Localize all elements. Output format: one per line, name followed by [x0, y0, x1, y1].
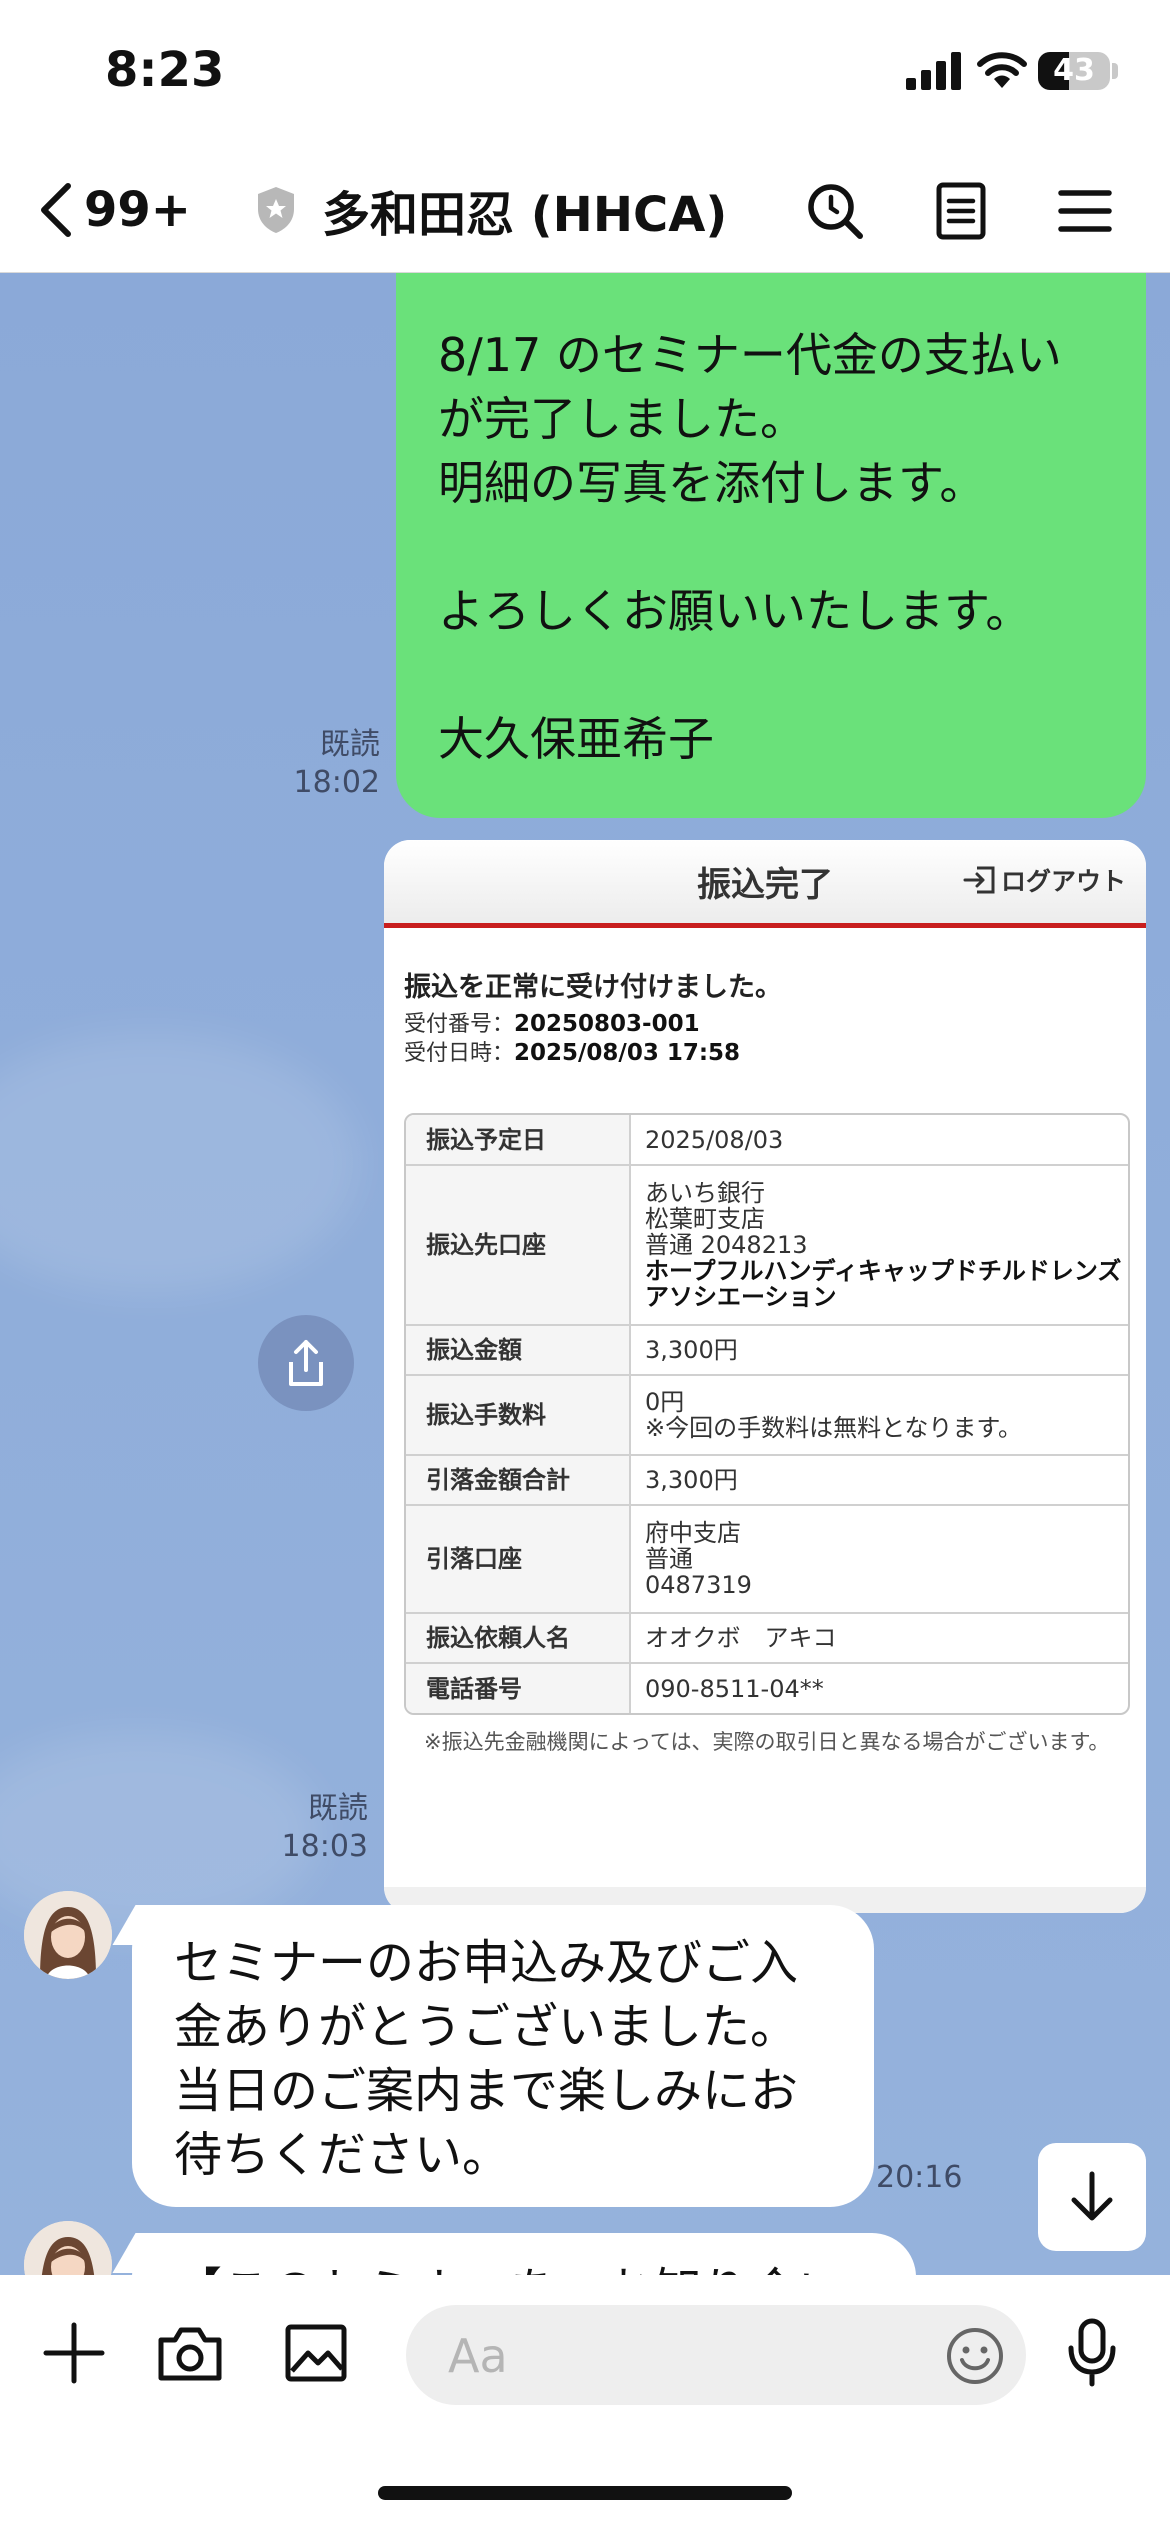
- receipt-note: ※振込先金融機関によっては、実際の取引日と異なる場合がございます。: [424, 1730, 1110, 1754]
- emoji-icon[interactable]: [946, 2327, 1004, 2385]
- notes-icon: [936, 182, 986, 240]
- sent-message-bubble[interactable]: 8/17 のセミナー代金の支払い が完了しました。 明細の写真を添付します。 よ…: [396, 273, 1146, 818]
- receipt-row-value: 2025/08/03: [645, 1125, 784, 1154]
- receipt-row: 振込金額 3,300円: [406, 1324, 1128, 1375]
- camera-icon: [158, 2327, 222, 2381]
- verified-shield-icon: [258, 187, 294, 233]
- receipt-row-value: 090-8511-04**: [630, 1662, 1128, 1713]
- read-receipt: 既読: [308, 1791, 368, 1826]
- image-button[interactable]: [280, 2317, 352, 2389]
- background-cloud: [0, 1033, 360, 1293]
- sender-avatar[interactable]: [24, 2221, 112, 2275]
- receipt-row: 振込先口座 あいち銀行 松葉町支店 普通 2048213 ホープフルハンディキャップドチ…: [406, 1164, 1128, 1325]
- arrow-down-icon: [1071, 2171, 1113, 2221]
- wifi-icon: [977, 52, 1027, 88]
- receipt-no-label: 受付番号：: [404, 1012, 515, 1037]
- chat-area[interactable]: 8/17 のセミナー代金の支払い が完了しました。 明細の写真を添付します。 よ…: [0, 273, 1170, 2275]
- receipt-datetime: 2025/08/03 17:58: [514, 1040, 741, 1066]
- sent-message-meta: 既読 18:02: [250, 726, 380, 802]
- message-time: 18:02: [293, 765, 380, 800]
- image-icon: [285, 2324, 347, 2382]
- chat-header: 99+ 多和田忍 (HHCA): [0, 150, 1170, 273]
- receipt-row-value: 3,300円: [630, 1324, 1128, 1375]
- avatar-photo: [24, 2221, 112, 2275]
- chevron-left-icon: [41, 183, 71, 237]
- image-message-meta: 既読 18:03: [240, 1790, 368, 1866]
- receipt-row-label: 振込依頼人名: [406, 1612, 631, 1663]
- receipt-logout: ログアウト: [963, 862, 1126, 898]
- status-time: 8:23: [105, 42, 225, 98]
- receipt-row-label: 振込先口座: [406, 1164, 631, 1325]
- message-time: 18:03: [281, 1829, 368, 1864]
- receipt-row-label: 電話番号: [406, 1662, 631, 1713]
- battery-level-text: 43: [1053, 53, 1095, 88]
- chat-title-text: 多和田忍 (HHCA): [322, 187, 728, 243]
- receipt-row: 振込予定日 2025/08/03: [406, 1115, 1128, 1165]
- receipt-row-value: 0円 ※今回の手数料は無料となります。: [630, 1374, 1128, 1455]
- receipt-datetime-label: 受付日時：: [404, 1041, 515, 1066]
- receipt-row: 電話番号 090-8511-04**: [406, 1662, 1128, 1713]
- message-time: 20:16: [876, 2160, 963, 2195]
- sent-image-receipt[interactable]: 振込完了 ログアウト 振込を正常に受け付けました。 受付番号：20250803-…: [384, 840, 1146, 1913]
- search-icon: [808, 184, 863, 239]
- receipt-row: 振込手数料 0円 ※今回の手数料は無料となります。: [406, 1374, 1128, 1455]
- receipt-row-label: 引落金額合計: [406, 1454, 631, 1505]
- receipt-row: 引落金額合計 3,300円: [406, 1454, 1128, 1505]
- plus-icon: [43, 2322, 105, 2384]
- message-input[interactable]: [406, 2305, 1026, 2407]
- receipt-row-label: 引落口座: [406, 1504, 631, 1613]
- back-button[interactable]: 99+: [38, 180, 191, 240]
- received-message-bubble[interactable]: セミナーのお申込み及びご入 金ありがとうございました。 当日のご案内まで楽しみに…: [132, 1905, 874, 2207]
- hamburger-menu-icon: [1058, 190, 1112, 232]
- received-message-text: 【このセミナーを、お知り合い: [174, 2259, 854, 2275]
- receipt-row-label: 振込予定日: [406, 1115, 631, 1165]
- receipt-row-label: 振込手数料: [406, 1374, 631, 1455]
- add-button[interactable]: [38, 2317, 110, 2389]
- home-indicator[interactable]: [378, 2486, 792, 2500]
- receipt-table: 振込予定日 2025/08/03 振込先口座 あいち銀行 松葉町支店 普通 2048213…: [404, 1113, 1130, 1715]
- receipt-row-label: 振込金額: [406, 1324, 631, 1375]
- receipt-no: 20250803-001: [514, 1011, 700, 1037]
- search-button[interactable]: [800, 176, 870, 246]
- camera-button[interactable]: [154, 2317, 226, 2389]
- cellular-signal-icon: [906, 52, 961, 90]
- receipt-row-value: あいち銀行 松葉町支店 普通 2048213 ホープフルハンディキャップドチルドレンズ…: [630, 1164, 1128, 1325]
- logout-icon: [963, 866, 995, 894]
- receipt-row: 引落口座 府中支店 普通 0487319: [406, 1504, 1128, 1613]
- avatar-photo: [24, 1891, 112, 1979]
- receipt-header: 振込完了 ログアウト: [384, 840, 1146, 928]
- sender-avatar[interactable]: [24, 1891, 112, 1979]
- voice-button[interactable]: [1056, 2317, 1128, 2389]
- received-message-text: セミナーのお申込み及びご入 金ありがとうございました。 当日のご案内まで楽しみに…: [174, 1935, 799, 2183]
- unread-count: 99+: [84, 182, 192, 238]
- share-icon: [289, 1340, 323, 1386]
- sent-message-text: 8/17 のセミナー代金の支払い が完了しました。 明細の写真を添付します。 よ…: [438, 328, 1062, 766]
- menu-button[interactable]: [1050, 176, 1120, 246]
- receipt-row-value: オオクボ アキコ: [630, 1612, 1128, 1663]
- message-text-field[interactable]: [446, 2305, 890, 2407]
- received-message-bubble[interactable]: 【このセミナーを、お知り合い: [132, 2233, 916, 2275]
- battery-icon: 43: [1038, 52, 1110, 90]
- receipt-row-value: 3,300円: [630, 1454, 1128, 1505]
- battery-tip: [1112, 63, 1118, 79]
- receipt-logout-label: ログアウト: [1000, 867, 1126, 896]
- receipt-row: 振込依頼人名 オオクボ アキコ: [406, 1612, 1128, 1663]
- chat-title[interactable]: 多和田忍 (HHCA): [254, 180, 727, 243]
- receipt-ref: 受付番号：20250803-001 受付日時：2025/08/03 17:58: [404, 1010, 740, 1068]
- status-bar: 8:23 43: [0, 0, 1170, 150]
- microphone-icon: [1068, 2318, 1116, 2387]
- receipt-success-text: 振込を正常に受け付けました。: [404, 972, 782, 1003]
- read-receipt: 既読: [320, 727, 380, 762]
- receipt-row-value: 府中支店 普通 0487319: [630, 1504, 1128, 1613]
- share-button[interactable]: [258, 1315, 354, 1411]
- notes-button[interactable]: [926, 176, 996, 246]
- scroll-to-bottom-button[interactable]: [1038, 2143, 1146, 2251]
